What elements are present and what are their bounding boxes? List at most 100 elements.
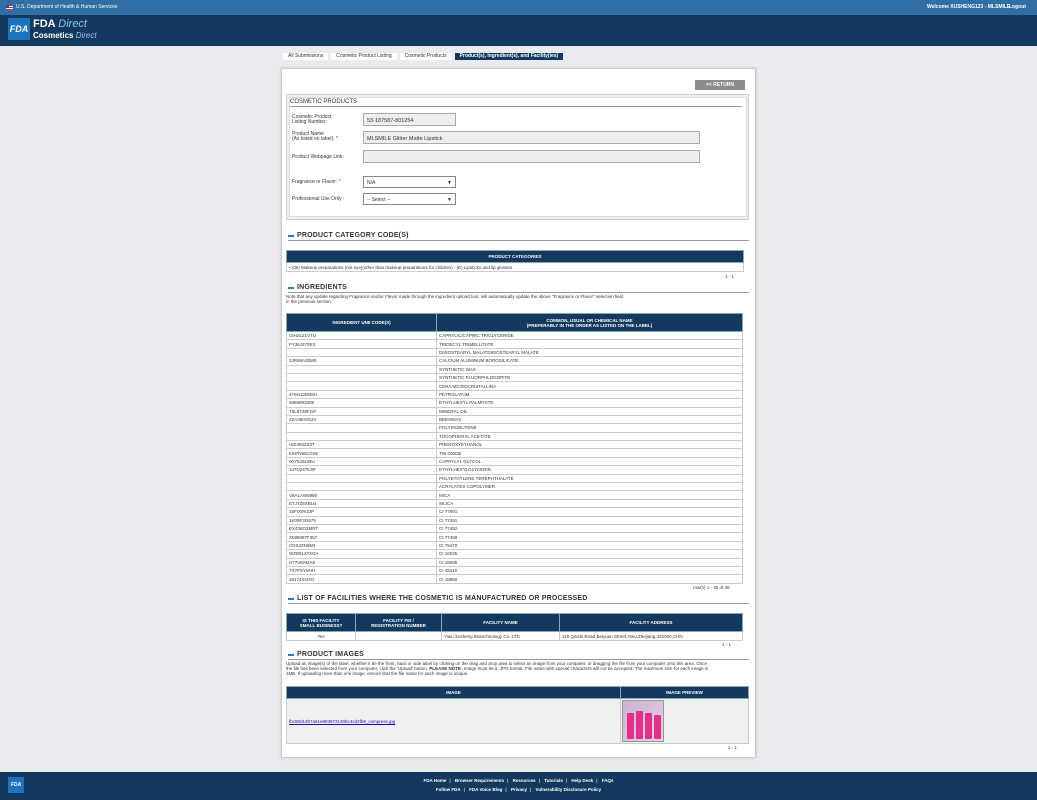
footer-link-help-desk[interactable]: Help Desk — [571, 778, 593, 783]
ingredient-name-cell: CAPRYLYL GLYCOL — [436, 456, 743, 467]
hhs-label: U.S. Department of Health & Human Servic… — [16, 4, 118, 10]
table-row: V8A1AW0880 MICA — [286, 490, 743, 500]
ingredient-name-cell: ETHYLHEXYLGLYCERIN — [436, 465, 743, 475]
footer-link-fda-home[interactable]: FDA Home — [424, 778, 447, 783]
ingredient-name-cell: POLYETHYLENE TEREPHTHALATE — [436, 473, 743, 484]
breadcrumb-product-listing[interactable]: Cosmetic Product Listing — [331, 53, 397, 60]
ingredient-code-cell: T5L8T28FGP — [286, 406, 437, 416]
table-row: KM7N50LOS6 TIN OXIDE — [286, 448, 743, 458]
ingredient-name-cell: MINERAL OIL — [436, 406, 743, 416]
facility-address-cell: 115 Qiushi Road,Beiyuan Street,Yiwu,Zhej… — [559, 631, 743, 641]
images-note: Upload an image(s) of the label, whether… — [286, 661, 709, 676]
welcome-text: Welcome XUSHENG123 - MLSMILE — [927, 4, 1011, 10]
ingredient-name-cell: POLYISOBUTENE — [436, 423, 743, 433]
category-table: PRODUCT CATEGORIES • (06) Makeup prepara… — [286, 250, 744, 272]
table-row: DIISOSTEARYL MALATDIISOSTEARYL MALATE — [286, 347, 743, 358]
breadcrumb-current: Product(s), Ingredient(s), and Facility(… — [454, 53, 564, 60]
collapse-icon[interactable] — [288, 653, 294, 656]
brand-direct: Direct — [58, 18, 87, 30]
return-button[interactable]: << RETURN — [695, 80, 745, 90]
ingredient-name-cell: TOCOPHERYL ACETATE — [436, 431, 743, 442]
ingredient-name-cell: ETHYLHEXYL PALMITATE — [436, 398, 743, 408]
footer-link-privacy[interactable]: Privacy — [511, 787, 527, 792]
webpage-link-field[interactable] — [363, 150, 700, 163]
ingredient-name-cell: CERA MICROCRISTALLINA — [436, 381, 743, 391]
ingredient-code-cell: 2ZA36H0S2V — [286, 414, 437, 425]
footer-links-row-1: FDA Home | Browser Requirements | Resource… — [423, 778, 614, 783]
table-row: 4T6H12BN9U PETROLATUM — [286, 389, 743, 400]
facilities-section-header[interactable]: LIST OF FACILITIES WHERE THE COSMETIC IS… — [288, 595, 588, 602]
ingredient-code-cell: 2865993309 — [286, 398, 437, 408]
ingredient-code-cell: 1K09F3G675 — [286, 515, 437, 526]
ingredient-code-cell — [286, 482, 437, 492]
ingredient-code-cell — [286, 431, 437, 442]
breadcrumb-cosmetic-products[interactable]: Cosmetic Products — [399, 53, 452, 60]
fda-logo[interactable]: FDA — [8, 18, 30, 40]
product-image-preview[interactable] — [622, 700, 664, 742]
collapse-icon[interactable] — [288, 234, 294, 237]
image-file-link[interactable]: fbc80d12b7a61e883973130bc4cd2fb8_compres… — [289, 719, 395, 724]
fei-header: FACILITY FEI / REGISTRATION NUMBER — [355, 613, 442, 632]
ingredient-code-cell: 4T6H12BN9U — [286, 389, 437, 400]
footer-link-faqs[interactable]: FAQs — [602, 778, 614, 783]
ingredient-name-cell: PETROLATUM — [436, 389, 743, 400]
ingredient-name-cell: CI 75470 — [436, 540, 743, 551]
table-row: 481744AI4O CI 15850 — [286, 574, 743, 584]
ingredient-code-cell: WZB9127XOA — [286, 549, 437, 559]
table-row: 2ZA36H0S2V BEESWAX — [286, 414, 743, 425]
hhs-banner: U.S. Department of Health & Human Servic… — [6, 4, 117, 10]
footer-link-follow-fda[interactable]: Follow FDA — [436, 787, 461, 792]
divider — [288, 292, 749, 293]
images-section-header[interactable]: PRODUCT IMAGES — [288, 651, 364, 658]
top-bar: U.S. Department of Health & Human Servic… — [0, 0, 1037, 15]
brand-direct-2: Direct — [75, 31, 97, 40]
facilities-pager: 1 - 1 — [722, 642, 732, 647]
ingredients-pager: row(s) 1 - 30 of 30 — [693, 585, 730, 590]
ingredient-name-cell: CI 77499 — [436, 532, 743, 542]
category-section-header[interactable]: PRODUCT CATEGORY CODE(S) — [288, 232, 409, 239]
collapse-icon[interactable] — [288, 286, 294, 289]
divider — [290, 106, 742, 107]
divider — [288, 240, 749, 241]
ingredient-code-header: INGREDIENT UNII CODE(S) — [286, 313, 437, 332]
table-row: 3JR68A35M0 CALCIUM ALUMINUM BOROSILICATE — [286, 356, 743, 366]
logout-link[interactable]: Logout — [1009, 4, 1026, 10]
ingredient-name-cell: TIN OXIDE — [436, 448, 743, 458]
footer-link-voice-blog[interactable]: FDA Voice Blog — [469, 787, 502, 792]
table-row: SYNTHETIC WAX — [286, 364, 743, 374]
product-name-label: Product Name (As listed on label): * — [292, 131, 338, 142]
listing-number-label: Cosmetic Product Listing Number: — [292, 114, 332, 125]
ingredient-name-cell: TRIDECYL TRIMELLITATE — [436, 339, 743, 349]
ingredient-name-cell: ACRYLATES COPOLYMER — [436, 482, 743, 492]
table-row: H77VEI93A8 CI 15985 — [286, 557, 743, 567]
collapse-icon[interactable] — [288, 597, 294, 600]
ingredient-name-cell: MICA — [436, 490, 743, 500]
ingredient-code-cell: EX438O2MRT — [286, 523, 437, 534]
footer-link-vulnerability[interactable]: Vulnerability Disclosure Policy — [536, 787, 602, 792]
professional-use-label: Professional Use Only : — [292, 196, 345, 202]
footer-link-browser-requirements[interactable]: Browser Requirements — [455, 778, 504, 783]
product-name-field[interactable]: MLSMILE Glitter Matte Lipstick — [363, 131, 700, 144]
ingredient-code-cell: FY36J270ES — [286, 339, 437, 349]
footer-link-tutorials[interactable]: Tutorials — [544, 778, 563, 783]
footer-link-resources[interactable]: Resources — [513, 778, 536, 783]
fei-cell — [355, 631, 442, 641]
ingredient-code-cell: 147D247K3P — [286, 465, 437, 475]
professional-use-select[interactable]: -- Select -- ▼ — [363, 193, 456, 205]
facility-name-cell: Yiwu Xusheng Biotechnology Co.,LTD — [441, 631, 560, 641]
ingredient-code-cell: 00YIU5438U — [286, 456, 437, 467]
fragrance-select[interactable]: N/A ▼ — [363, 176, 456, 188]
ingredient-name-cell: CI 15850 — [436, 574, 743, 584]
ingredient-code-cell — [286, 372, 437, 383]
ingredient-code-cell: XM0M87F357 — [286, 532, 437, 542]
breadcrumb-all-submissions[interactable]: All Submissions — [283, 53, 329, 60]
table-row: 1K09F3G675 CI 77491 — [286, 515, 743, 526]
table-row: WZB9127XOA CI 16035 — [286, 549, 743, 559]
ingredient-code-cell — [286, 423, 437, 433]
image-file-cell: fbc80d12b7a61e883973130bc4cd2fb8_compres… — [286, 698, 621, 744]
ingredient-code-cell: HIE492ZZ3T — [286, 440, 437, 450]
ingredients-section-header[interactable]: INGREDIENTS — [288, 284, 347, 291]
ingredient-name-cell: SYNTHETIC FLUORPHLOGOPITE — [436, 372, 743, 383]
category-pager: 1 - 1 — [725, 274, 735, 279]
ingredient-code-cell: 7X7PSY5NH — [286, 565, 437, 576]
